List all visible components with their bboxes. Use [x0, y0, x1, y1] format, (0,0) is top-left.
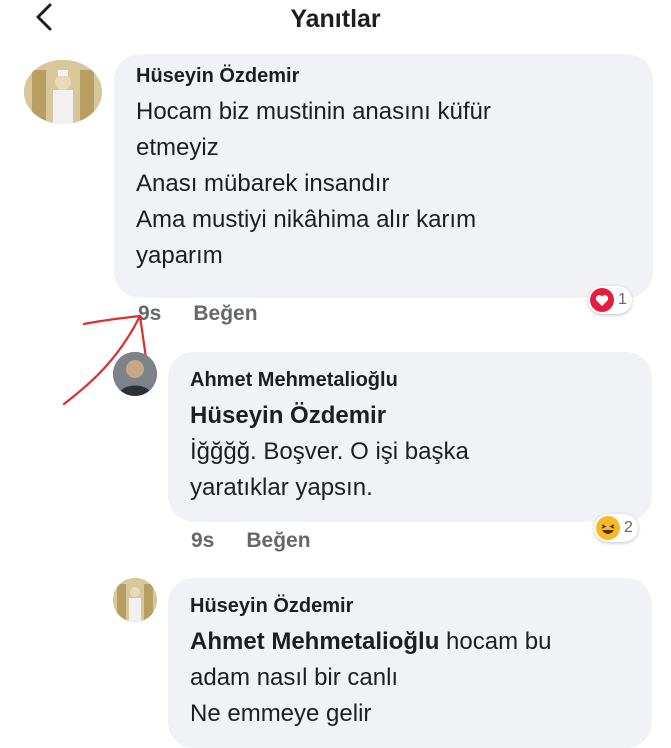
- comment-text-line: Ama mustiyi nikâhima alır karım: [136, 206, 477, 233]
- comment-text-line: yaratıklar yapsın.: [190, 474, 373, 501]
- comment-author[interactable]: Hüseyin Özdemir: [190, 594, 640, 618]
- comment-bubble[interactable]: Ahmet Mehmetalioğlu Hüseyin Özdemir İğğğ…: [168, 352, 652, 522]
- laughing-emoji-icon: [596, 516, 620, 540]
- avatar[interactable]: [113, 352, 157, 396]
- like-button[interactable]: Beğen: [193, 302, 257, 325]
- heart-icon: [590, 288, 614, 312]
- comment-meta: 9s Beğen: [191, 528, 343, 554]
- comment-text-line: Hocam biz mustinin anasını küfür: [136, 98, 491, 125]
- like-button[interactable]: Beğen: [246, 529, 310, 552]
- comment-text-line: Ne emmeye gelir: [190, 700, 372, 727]
- top-bar: Yanıtlar: [0, 0, 671, 50]
- comment-text-line: etmeyiz: [136, 134, 219, 161]
- comment-author[interactable]: Ahmet Mehmetalioğlu: [190, 368, 469, 392]
- reaction-badge[interactable]: 1: [588, 286, 632, 314]
- reaction-count: 1: [618, 291, 627, 308]
- comment-text-line: İğğğğ. Boşver. O işi başka: [190, 438, 469, 465]
- comment-time: 9s: [191, 529, 215, 552]
- page-title: Yanıtlar: [290, 5, 381, 33]
- comment-bubble[interactable]: Hüseyin Özdemir Hocam biz mustinin anası…: [114, 54, 653, 298]
- comment-author[interactable]: Hüseyin Özdemir: [136, 64, 491, 88]
- avatar[interactable]: [24, 60, 102, 124]
- red-arrow-annotation: [62, 314, 150, 406]
- mention-link[interactable]: Hüseyin Özdemir: [190, 398, 469, 434]
- avatar[interactable]: [113, 578, 157, 622]
- reaction-count: 2: [624, 519, 633, 536]
- reaction-badge[interactable]: 2: [594, 514, 638, 542]
- comment-text-line: Anası mübarek insandır: [136, 170, 390, 197]
- comment-bubble[interactable]: Hüseyin Özdemir Ahmet Mehmetalioğlu hoca…: [168, 578, 652, 748]
- comment-text-line: hocam bu: [439, 628, 552, 655]
- comment-text-line: yaparım: [136, 242, 223, 269]
- mention-link[interactable]: Ahmet Mehmetalioğlu: [190, 628, 439, 655]
- comment-text-line: adam nasıl bir canlı: [190, 664, 399, 691]
